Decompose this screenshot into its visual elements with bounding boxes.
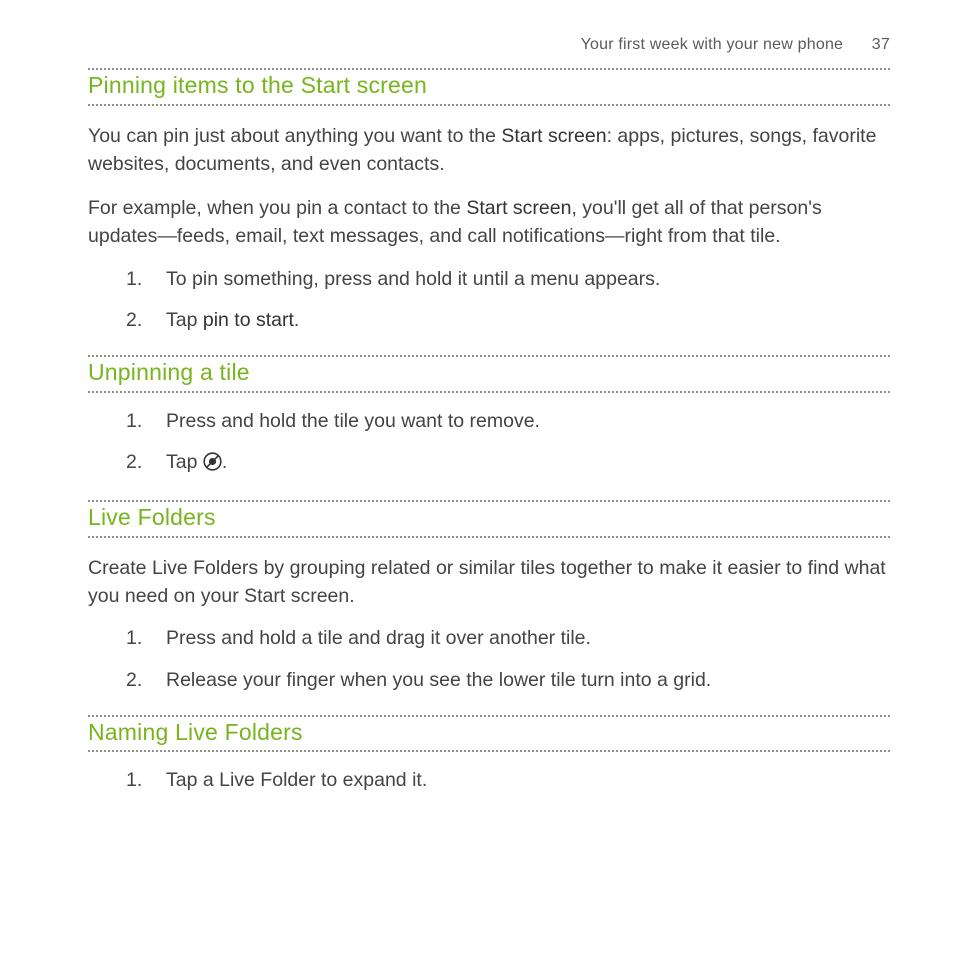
section: Live Folders Create Live Folders by grou… <box>88 500 890 695</box>
step-text: To pin something, press and hold it unti… <box>166 268 660 290</box>
step-text: . <box>294 309 299 331</box>
step-item: To pin something, press and hold it unti… <box>88 265 890 294</box>
rule <box>88 104 890 106</box>
rule <box>88 391 890 393</box>
step-item: Release your finger when you see the low… <box>88 666 890 695</box>
steps-list: To pin something, press and hold it unti… <box>88 265 890 336</box>
page-header: Your first week with your new phone 37 <box>88 36 890 54</box>
header-title: Your first week with your new phone <box>581 36 844 53</box>
section: Unpinning a tile Press and hold the tile… <box>88 355 890 480</box>
unpin-icon <box>203 451 222 480</box>
step-text: Tap a Live Folder to expand it. <box>166 769 427 791</box>
text: Create Live Folders by grouping related … <box>88 557 886 607</box>
step-item: Tap . <box>88 448 890 480</box>
bold-text: Start screen <box>501 125 606 147</box>
step-text: Release your finger when you see the low… <box>166 669 711 691</box>
rule <box>88 536 890 538</box>
step-text: Press and hold a tile and drag it over a… <box>166 627 591 649</box>
page-number: 37 <box>872 36 890 54</box>
section-heading-naming-live-folders: Naming Live Folders <box>88 717 890 751</box>
text: You can pin just about anything you want… <box>88 125 501 147</box>
text: For example, when you pin a contact to t… <box>88 197 466 219</box>
step-item: Tap a Live Folder to expand it. <box>88 766 890 795</box>
paragraph: For example, when you pin a contact to t… <box>88 194 890 251</box>
paragraph: Create Live Folders by grouping related … <box>88 554 890 611</box>
section: Naming Live Folders Tap a Live Folder to… <box>88 715 890 796</box>
step-text: Press and hold the tile you want to remo… <box>166 410 540 432</box>
bold-text: Start screen <box>466 197 571 219</box>
steps-list: Tap a Live Folder to expand it. <box>88 766 890 795</box>
page: Your first week with your new phone 37 P… <box>0 0 954 954</box>
rule <box>88 750 890 752</box>
section-heading-live-folders: Live Folders <box>88 502 890 536</box>
steps-list: Press and hold a tile and drag it over a… <box>88 624 890 695</box>
section-heading-pinning: Pinning items to the Start screen <box>88 70 890 104</box>
steps-list: Press and hold the tile you want to remo… <box>88 407 890 481</box>
bold-text: pin to start <box>203 309 294 331</box>
step-item: Press and hold a tile and drag it over a… <box>88 624 890 653</box>
step-text: Tap <box>166 451 203 473</box>
step-item: Press and hold the tile you want to remo… <box>88 407 890 436</box>
step-text: . <box>222 451 227 473</box>
section-heading-unpinning: Unpinning a tile <box>88 357 890 391</box>
paragraph: You can pin just about anything you want… <box>88 122 890 179</box>
step-text: Tap <box>166 309 203 331</box>
step-item: Tap pin to start. <box>88 306 890 335</box>
